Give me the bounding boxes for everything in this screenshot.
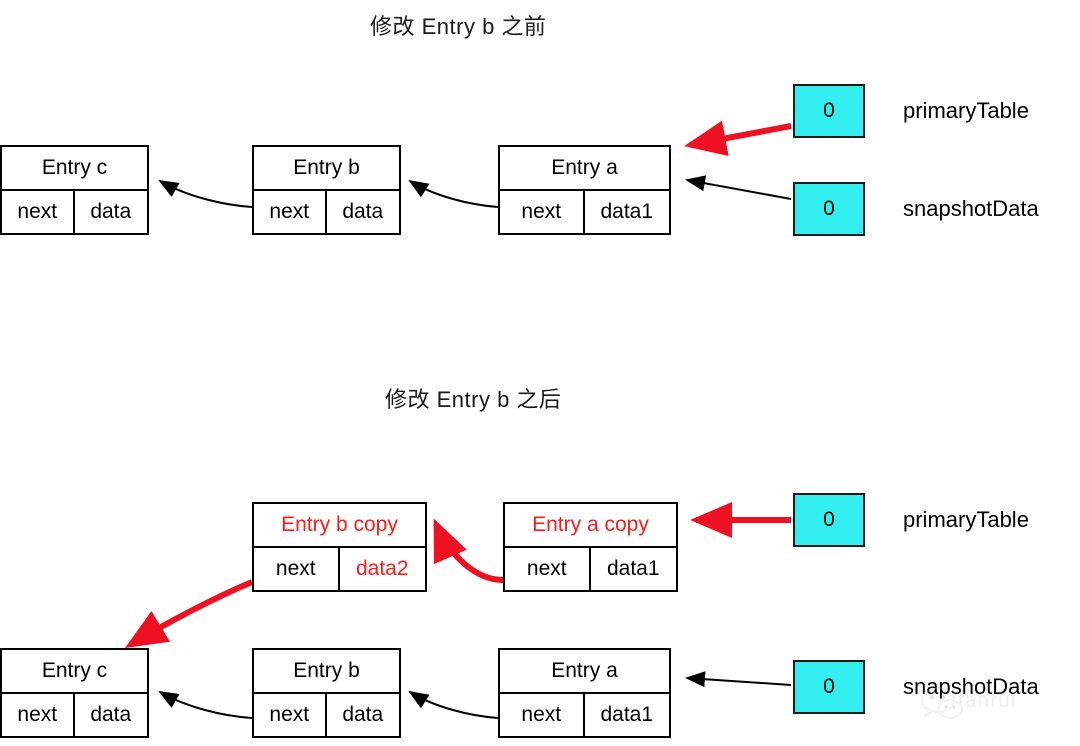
node-entry-a-copy-next: next xyxy=(505,548,591,590)
node-entry-a-after: Entry a next data1 xyxy=(498,648,671,738)
arrow-entry-b-after-to-entry-c-after xyxy=(158,691,253,719)
section-title-after: 修改 Entry b 之后 xyxy=(385,387,562,412)
node-entry-a-after-data: data1 xyxy=(600,703,654,726)
arrow-entry-a-after-to-entry-b-after xyxy=(408,690,499,719)
arrow-primary-to-entry-a xyxy=(684,120,792,157)
pointer-label-primary-table: primaryTable xyxy=(903,98,1029,123)
node-entry-c-title: Entry c xyxy=(2,147,147,191)
node-entry-b-copy: Entry b copy next data2 xyxy=(252,502,427,592)
node-entry-a: Entry a next data1 xyxy=(498,145,671,235)
node-entry-b-body: next data xyxy=(254,191,399,233)
node-entry-b-title: Entry b xyxy=(254,147,399,191)
node-entry-a-after-title: Entry a xyxy=(500,650,669,694)
node-entry-c-after-body: next data xyxy=(2,694,147,736)
pointer-box-primary-table: 0 xyxy=(793,84,865,138)
arrow-entry-b-to-entry-c xyxy=(158,180,253,208)
node-entry-a-copy-body: next data1 xyxy=(505,548,676,590)
node-entry-c: Entry c next data xyxy=(0,145,149,235)
watermark-text: fanrui xyxy=(958,689,1017,712)
pointer-label-snapshot-data: snapshotData xyxy=(903,196,1039,221)
node-entry-a-copy-title: Entry a copy xyxy=(505,504,676,548)
node-entry-b-after-data: data xyxy=(342,703,384,726)
node-entry-b-copy-body: next data2 xyxy=(254,548,425,590)
arrow-entry-a-to-entry-b xyxy=(408,179,499,208)
node-entry-a-copy-data: data1 xyxy=(606,557,660,580)
node-entry-a-title: Entry a xyxy=(500,147,669,191)
watermark: fanrui xyxy=(918,683,1068,725)
arrow-snapshot-to-entry-a-after xyxy=(685,671,792,688)
node-entry-b-after-next: next xyxy=(254,694,327,736)
pointer-box-snapshot-data-after: 0 xyxy=(793,660,865,714)
node-entry-c-data: data xyxy=(90,200,132,223)
node-entry-a-body: next data1 xyxy=(500,191,669,233)
pointer-label-primary-table-after: primaryTable xyxy=(903,507,1029,532)
node-entry-b-data: data xyxy=(342,200,384,223)
node-entry-a-after-body: next data1 xyxy=(500,694,669,736)
node-entry-a-after-next: next xyxy=(500,694,585,736)
node-entry-c-after-next: next xyxy=(2,694,75,736)
node-entry-c-after: Entry c next data xyxy=(0,648,149,738)
arrow-entry-b-copy-to-entry-c xyxy=(124,579,254,649)
node-entry-b-copy-next: next xyxy=(254,548,340,590)
node-entry-b-copy-title: Entry b copy xyxy=(254,504,425,548)
node-entry-b-next: next xyxy=(254,191,327,233)
node-entry-b-after: Entry b next data xyxy=(252,648,401,738)
node-entry-a-data: data1 xyxy=(600,200,654,223)
node-entry-c-next: next xyxy=(2,191,75,233)
node-entry-a-copy: Entry a copy next data1 xyxy=(503,502,678,592)
arrow-entry-a-copy-to-entry-b-copy xyxy=(433,518,504,583)
node-entry-b: Entry b next data xyxy=(252,145,401,235)
node-entry-b-after-body: next data xyxy=(254,694,399,736)
node-entry-c-after-title: Entry c xyxy=(2,650,147,694)
pointer-box-primary-table-after: 0 xyxy=(793,493,865,547)
node-entry-c-body: next data xyxy=(2,191,147,233)
diagram-canvas: 修改 Entry b 之前 Entry c next data Entry b … xyxy=(0,0,1080,746)
node-entry-b-copy-data: data2 xyxy=(355,557,409,580)
pointer-box-snapshot-data: 0 xyxy=(793,182,865,236)
arrow-snapshot-to-entry-a xyxy=(685,175,792,200)
node-entry-c-after-data: data xyxy=(90,703,132,726)
section-title-before: 修改 Entry b 之前 xyxy=(370,14,547,39)
node-entry-a-next: next xyxy=(500,191,585,233)
node-entry-b-after-title: Entry b xyxy=(254,650,399,694)
